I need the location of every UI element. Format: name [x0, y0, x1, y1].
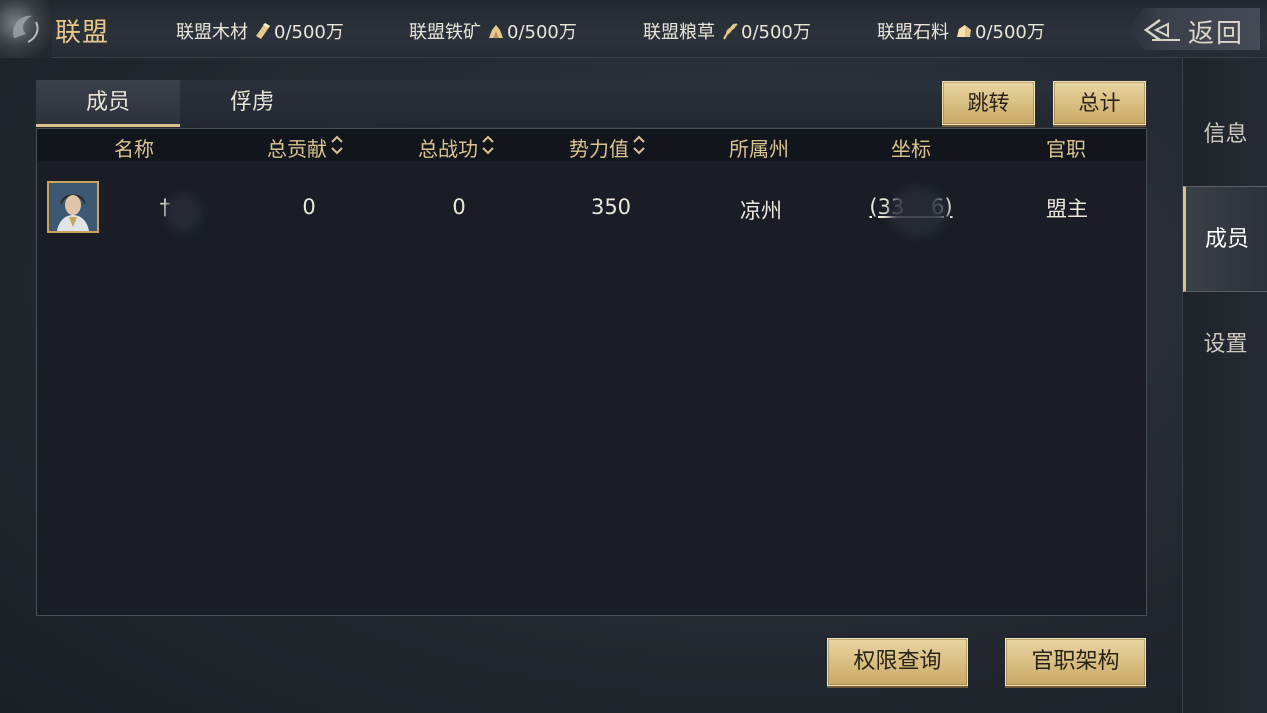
column-header-state: 所属州	[729, 137, 789, 161]
member-merit: 0	[452, 195, 466, 219]
back-arrow-icon	[1142, 18, 1182, 46]
resource-stone-label: 联盟石料	[877, 22, 949, 43]
grain-icon	[721, 22, 739, 40]
sidenav-item-info[interactable]: 信息	[1183, 82, 1267, 188]
column-header-position: 官职	[1046, 137, 1086, 161]
resource-stone: 联盟石料 0/500万	[877, 18, 1045, 44]
page-title: 联盟	[55, 18, 110, 48]
iron-ore-icon	[487, 22, 505, 40]
redaction-blur	[165, 193, 201, 233]
side-nav: 信息 成员 设置	[1182, 58, 1267, 713]
member-power: 350	[590, 195, 632, 219]
sidenav-item-members[interactable]: 成员	[1183, 186, 1267, 292]
resource-stone-value: 0/500万	[975, 22, 1045, 43]
tab-members[interactable]: 成员	[36, 80, 180, 127]
avatar[interactable]	[47, 181, 99, 233]
resource-wood-value: 0/500万	[274, 22, 344, 43]
resource-iron-value: 0/500万	[507, 22, 577, 43]
jump-button[interactable]: 跳转	[942, 81, 1035, 125]
member-state: 凉州	[740, 199, 782, 223]
back-label: 返回	[1188, 19, 1245, 49]
stone-icon	[955, 22, 973, 40]
table-row[interactable]: † 0 0 350 凉州 (33 6) 盟主	[37, 161, 1146, 251]
column-header-coord: 坐标	[891, 137, 931, 161]
tab-captives[interactable]: 俘虏	[180, 80, 324, 127]
redaction-blur	[889, 187, 947, 237]
members-table: 名称 总贡献 总战功 势力值 所属州 坐标 官职 0 0 350 凉州 (33 …	[36, 128, 1147, 616]
resource-grain: 联盟粮草 0/500万	[643, 18, 811, 44]
top-bar: 联盟 联盟木材 0/500万 联盟铁矿 0/500万 联盟粮草 0/500万 联…	[0, 0, 1267, 58]
column-header-merit[interactable]: 总战功	[418, 133, 495, 162]
sort-icon	[481, 134, 495, 161]
column-header-name: 名称	[114, 137, 154, 161]
sort-icon	[632, 134, 646, 161]
table-header: 名称 总贡献 总战功 势力值 所属州 坐标 官职	[37, 129, 1146, 161]
wood-icon	[254, 22, 272, 40]
resource-grain-label: 联盟粮草	[643, 22, 715, 43]
resource-wood: 联盟木材 0/500万	[176, 18, 344, 44]
resource-iron: 联盟铁矿 0/500万	[409, 18, 577, 44]
position-structure-button[interactable]: 官职架构	[1005, 638, 1146, 686]
resource-iron-label: 联盟铁矿	[409, 22, 481, 43]
alliance-emblem-icon	[0, 0, 52, 58]
total-button[interactable]: 总计	[1053, 81, 1146, 125]
column-header-power[interactable]: 势力值	[569, 133, 646, 162]
resource-wood-label: 联盟木材	[176, 22, 248, 43]
back-button[interactable]: 返回	[1128, 8, 1260, 50]
column-header-contribution[interactable]: 总贡献	[267, 133, 344, 162]
member-contribution: 0	[302, 195, 316, 219]
resource-grain-value: 0/500万	[741, 22, 811, 43]
member-position: 盟主	[1046, 197, 1088, 221]
permissions-query-button[interactable]: 权限查询	[827, 638, 968, 686]
sidenav-item-settings[interactable]: 设置	[1183, 292, 1267, 398]
sort-icon	[330, 134, 344, 161]
